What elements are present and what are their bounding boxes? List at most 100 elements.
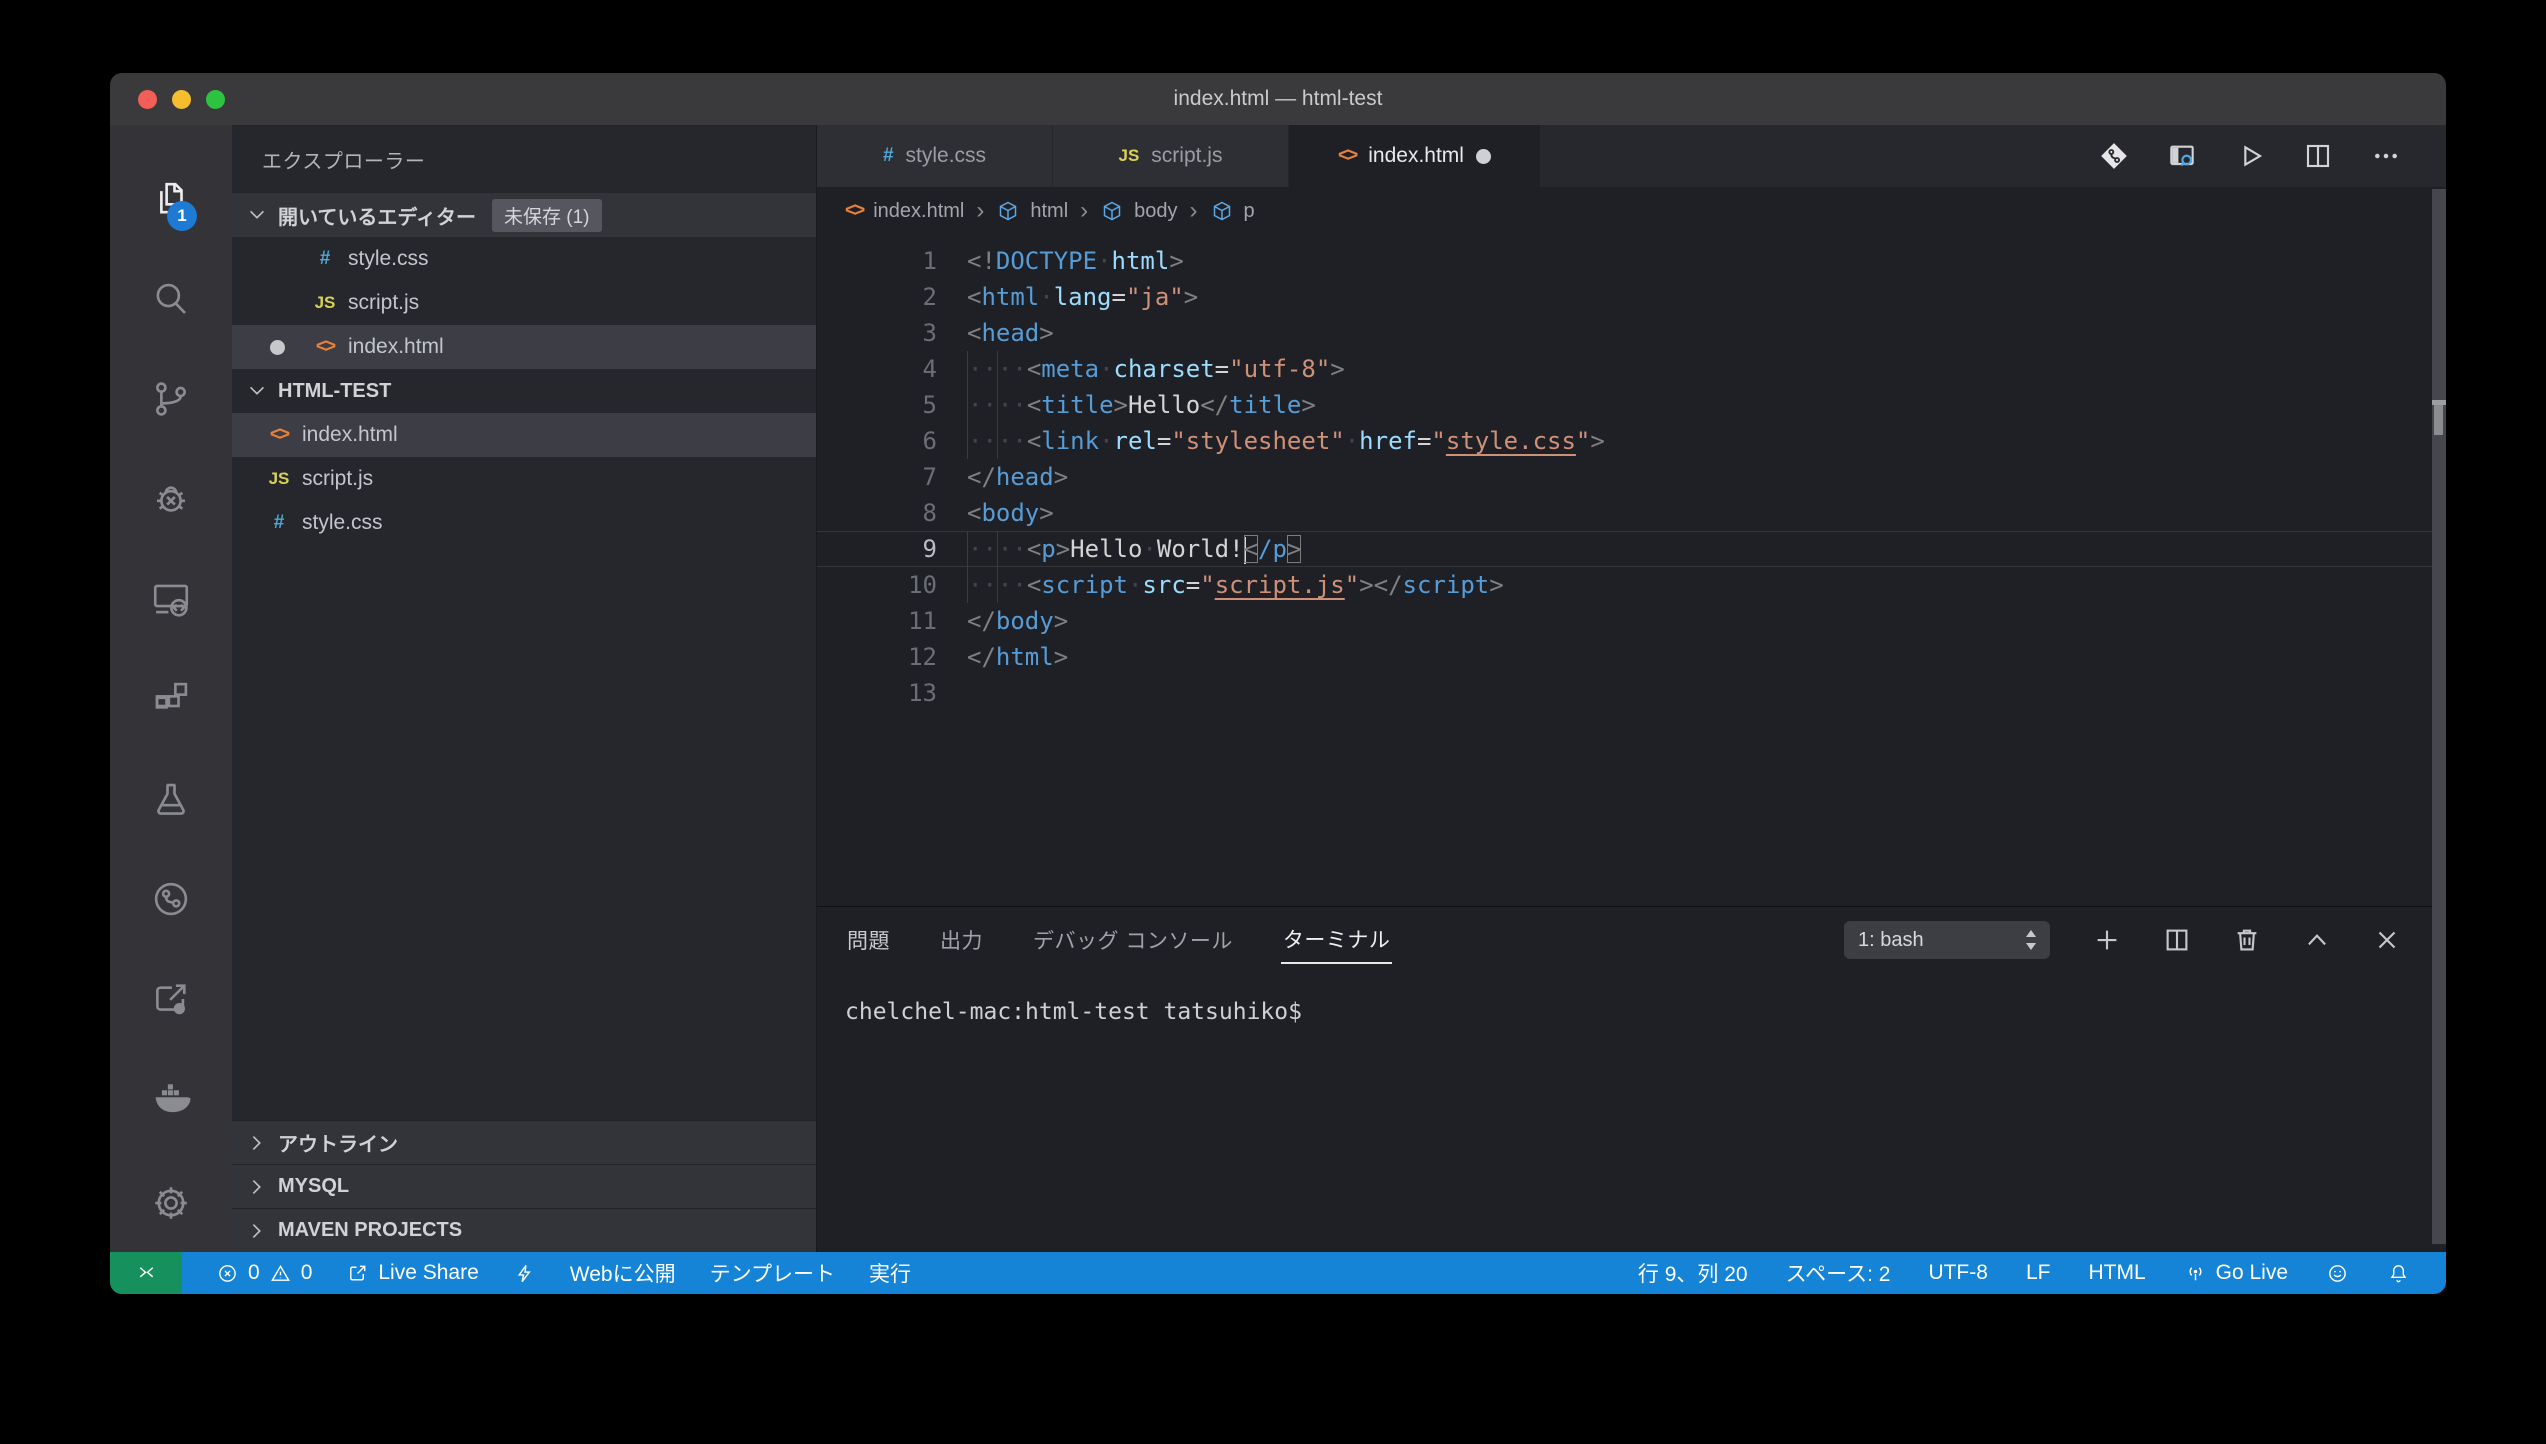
vscode-window: index.html — html-test 1	[110, 73, 2446, 1294]
code-line[interactable]: 8<body>	[817, 495, 2446, 531]
code-line[interactable]: 1<!DOCTYPE·html>	[817, 243, 2446, 279]
kill-terminal-icon[interactable]	[2232, 925, 2262, 955]
encoding-status[interactable]: UTF-8	[1928, 1261, 1988, 1285]
eol-status[interactable]: LF	[2026, 1261, 2051, 1285]
file-label: script.js	[348, 291, 419, 315]
code-area[interactable]: 1<!DOCTYPE·html>2<html·lang="ja">3<head>…	[817, 235, 2446, 906]
extensions-icon	[150, 678, 192, 720]
remote-explorer-activity-button[interactable]	[143, 549, 199, 649]
code-line[interactable]: 5····<title>Hello</title>	[817, 387, 2446, 423]
lightning-icon	[513, 1262, 536, 1285]
code-line[interactable]: 2<html·lang="ja">	[817, 279, 2446, 315]
notifications-status[interactable]	[2387, 1262, 2410, 1285]
maximize-panel-icon[interactable]	[2302, 925, 2332, 955]
html-icon: <>	[845, 200, 863, 222]
section-outline[interactable]: アウトライン	[232, 1120, 816, 1164]
breadcrumb-symbol[interactable]: html	[1030, 200, 1068, 223]
code-line[interactable]: 11</body>	[817, 603, 2446, 639]
panel-tab-debug-console[interactable]: デバッグ コンソール	[1031, 917, 1235, 963]
split-terminal-icon[interactable]	[2162, 925, 2192, 955]
status-bar: 0 0 Live Share Webに公開 テンプレート 実行 行 9、列 20…	[110, 1252, 2446, 1294]
code-line[interactable]: 12</html>	[817, 639, 2446, 675]
extensions-activity-button[interactable]	[143, 649, 199, 749]
tab-stylecss[interactable]: # style.css	[817, 125, 1053, 187]
git-compare-icon[interactable]	[2098, 140, 2130, 172]
section-maven-projects[interactable]: MAVEN PROJECTS	[232, 1208, 816, 1252]
close-panel-icon[interactable]	[2372, 925, 2402, 955]
chevron-down-icon	[246, 380, 268, 402]
split-editor-icon[interactable]	[2302, 140, 2334, 172]
file-label: index.html	[302, 423, 398, 447]
settings-activity-button[interactable]	[143, 1168, 199, 1238]
code-line[interactable]: 10····<script·src="script.js"></script>	[817, 567, 2446, 603]
breadcrumb-file[interactable]: index.html	[873, 200, 964, 223]
new-terminal-icon[interactable]	[2092, 925, 2122, 955]
run-icon[interactable]	[2234, 140, 2266, 172]
code-line[interactable]: 4····<meta·charset="utf-8">	[817, 351, 2446, 387]
source-control-activity-button[interactable]	[143, 349, 199, 449]
panel-tab-problems[interactable]: 問題	[845, 917, 892, 963]
cursor-position-status[interactable]: 行 9、列 20	[1638, 1258, 1748, 1288]
code-line[interactable]: 13	[817, 675, 2446, 711]
scrollbar-thumb	[2434, 405, 2443, 435]
code-line[interactable]: 7</head>	[817, 459, 2446, 495]
tree-item-scriptjs[interactable]: JS script.js	[232, 457, 816, 501]
section-label: MAVEN PROJECTS	[278, 1219, 462, 1242]
panel-tab-terminal[interactable]: ターミナル	[1281, 916, 1393, 964]
bolt-status[interactable]	[513, 1262, 536, 1285]
terminal-output[interactable]: chelchel-mac:html-test tatsuhiko$	[817, 973, 2446, 1025]
css-icon: #	[308, 248, 342, 270]
run-status[interactable]: 実行	[869, 1258, 911, 1288]
template-label: テンプレート	[710, 1258, 835, 1288]
warning-icon	[269, 1262, 292, 1285]
publish-web-status[interactable]: Webに公開	[570, 1258, 676, 1288]
code-line[interactable]: 9····<p>Hello·World!</p>	[817, 531, 2446, 567]
live-share-status[interactable]: Live Share	[346, 1261, 478, 1285]
code-line[interactable]: 3<head>	[817, 315, 2446, 351]
tree-item-indexhtml[interactable]: <> index.html	[232, 413, 816, 457]
breadcrumb-symbol[interactable]: body	[1134, 200, 1177, 223]
debug-activity-button[interactable]	[143, 449, 199, 549]
panel-tab-output[interactable]: 出力	[938, 917, 985, 963]
minimize-window-button[interactable]	[172, 90, 191, 109]
tab-indexhtml[interactable]: <> index.html	[1289, 125, 1541, 187]
live-share-activity-button[interactable]	[143, 949, 199, 1049]
tab-scriptjs[interactable]: JS script.js	[1053, 125, 1289, 187]
tab-label: index.html	[1368, 144, 1464, 168]
tree-item-stylecss[interactable]: # style.css	[232, 501, 816, 545]
folder-header-html-test[interactable]: HTML-TEST	[232, 369, 816, 413]
open-editor-item-scriptjs[interactable]: JS script.js	[232, 281, 816, 325]
testing-activity-button[interactable]	[143, 749, 199, 849]
terminal-shell-select[interactable]: 1: bash	[1844, 921, 2050, 959]
indentation-status[interactable]: スペース: 2	[1786, 1258, 1891, 1288]
language-mode-status[interactable]: HTML	[2088, 1261, 2145, 1285]
close-window-button[interactable]	[138, 90, 157, 109]
git-graph-activity-button[interactable]	[143, 849, 199, 949]
open-editor-item-indexhtml[interactable]: <> index.html	[232, 325, 816, 369]
breadcrumb[interactable]: <> index.html › html › body › p	[817, 187, 2446, 235]
code-line[interactable]: 6····<link·rel="stylesheet"·href="style.…	[817, 423, 2446, 459]
file-label: script.js	[302, 467, 373, 491]
editor-scrollbar[interactable]	[2432, 189, 2446, 1244]
gear-icon	[150, 1182, 192, 1224]
line-number: 6	[817, 423, 967, 459]
problems-status[interactable]: 0 0	[216, 1261, 312, 1285]
go-live-status[interactable]: Go Live	[2184, 1261, 2288, 1285]
explorer-activity-button[interactable]: 1	[143, 149, 199, 249]
open-editor-item-stylecss[interactable]: # style.css	[232, 237, 816, 281]
zoom-window-button[interactable]	[206, 90, 225, 109]
search-activity-button[interactable]	[143, 249, 199, 349]
docker-activity-button[interactable]	[143, 1049, 199, 1149]
chevron-right-icon	[246, 1220, 268, 1242]
breadcrumb-symbol[interactable]: p	[1244, 200, 1255, 223]
remote-indicator[interactable]	[110, 1252, 182, 1294]
open-editors-header[interactable]: 開いているエディター 未保存 (1)	[232, 193, 816, 237]
open-preview-icon[interactable]	[2166, 140, 2198, 172]
template-status[interactable]: テンプレート	[710, 1258, 835, 1288]
line-number: 12	[817, 639, 967, 675]
feedback-status[interactable]	[2326, 1262, 2349, 1285]
folder-label: HTML-TEST	[278, 380, 391, 403]
more-actions-icon[interactable]	[2370, 140, 2402, 172]
section-mysql[interactable]: MYSQL	[232, 1164, 816, 1208]
chevron-right-icon	[246, 1176, 268, 1198]
